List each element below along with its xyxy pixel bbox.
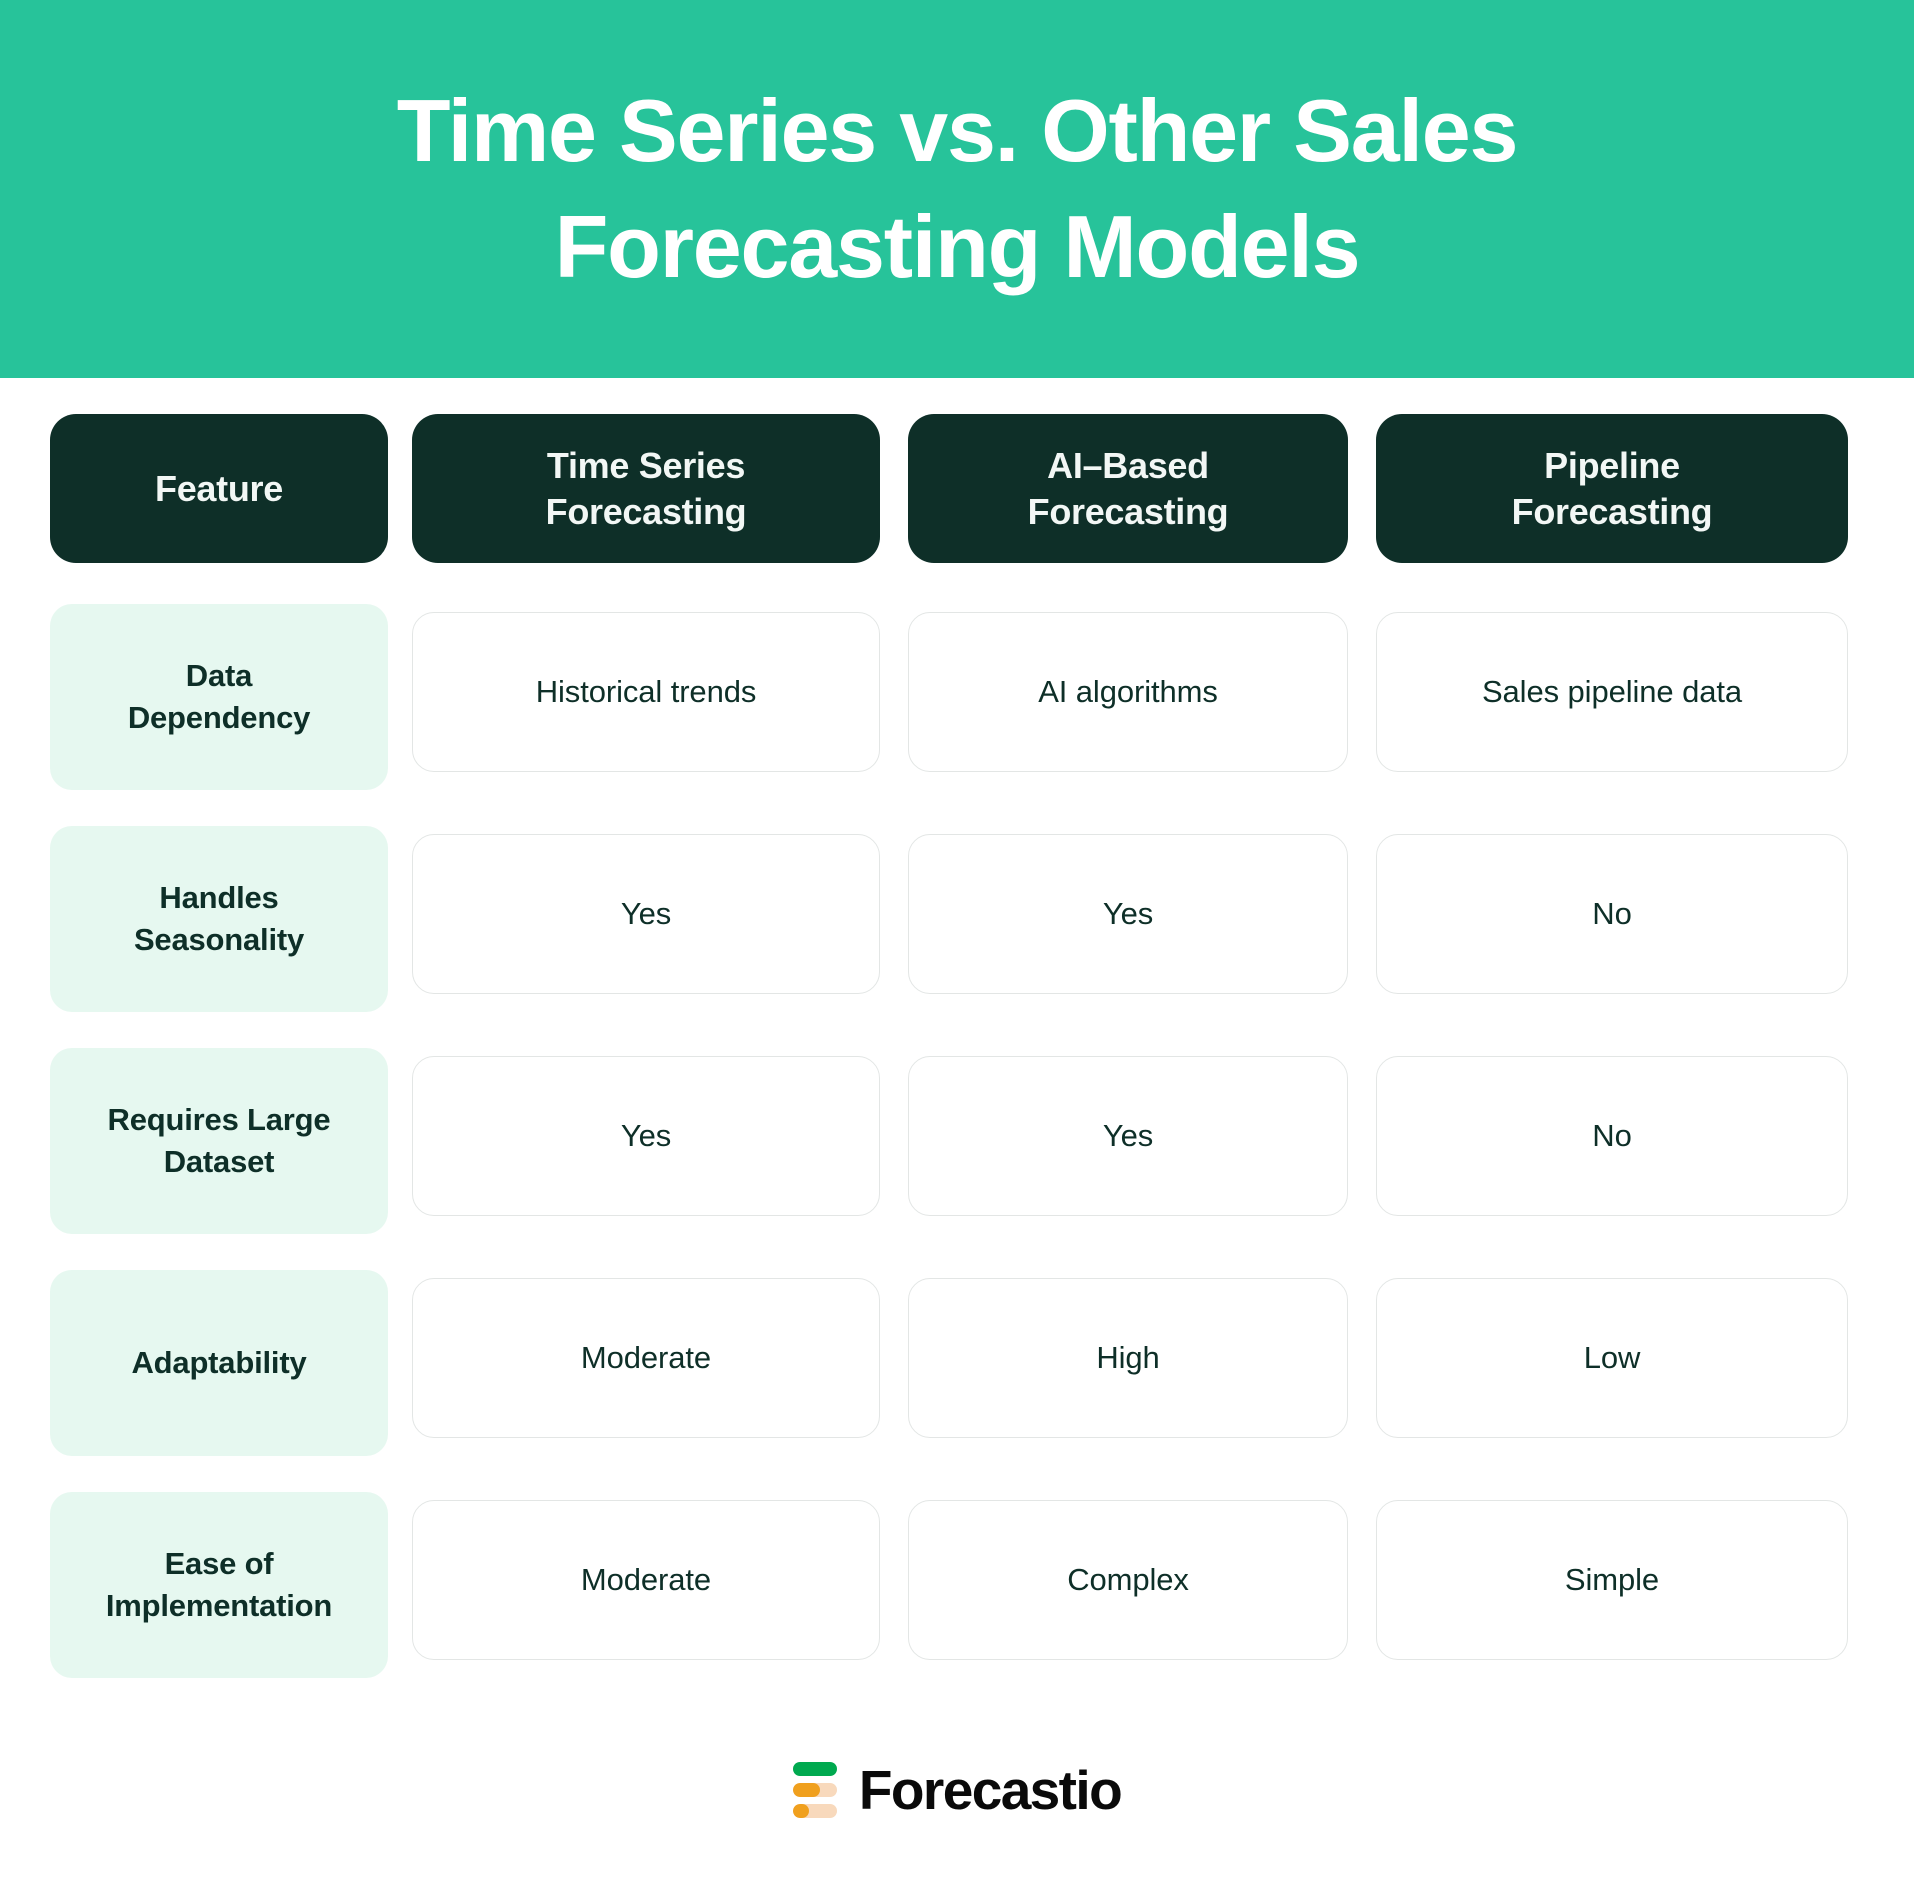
infographic-page: Time Series vs. Other Sales Forecasting …	[0, 0, 1914, 1891]
column-gap	[880, 1270, 908, 1456]
column-header-time-series: Time Series Forecasting	[412, 414, 880, 563]
page-title: Time Series vs. Other Sales Forecasting …	[396, 80, 1519, 296]
feature-label: Requires Large Dataset	[107, 1101, 331, 1179]
column-gap	[880, 1048, 908, 1234]
feature-label: Ease of Implementation	[105, 1545, 333, 1623]
column-gap	[388, 1270, 412, 1456]
value-label: AI algorithms	[1038, 673, 1218, 709]
value-label: Historical trends	[535, 673, 757, 709]
column-header-pipeline: Pipeline Forecasting	[1376, 414, 1848, 563]
comparison-table: Feature Time Series Forecasting AI–Based…	[0, 378, 1914, 1678]
value-label: Low	[1583, 1339, 1641, 1375]
value-label: Moderate	[580, 1561, 712, 1597]
value-cell-ai-based: High	[908, 1278, 1348, 1438]
brand-name: Forecastio	[858, 1758, 1123, 1821]
table-header-row: Feature Time Series Forecasting AI–Based…	[50, 414, 1864, 563]
value-label: Yes	[1102, 895, 1154, 931]
column-gap	[388, 826, 412, 1012]
value-label: Simple	[1564, 1561, 1660, 1597]
column-header-feature-label: Feature	[155, 467, 283, 509]
value-cell-time-series: Historical trends	[412, 612, 880, 772]
value-cell-ai-based: Complex	[908, 1500, 1348, 1660]
footer-branding: Forecastio	[0, 1762, 1914, 1818]
value-cell-pipeline: Low	[1376, 1278, 1848, 1438]
column-header-ai-based-label: AI–Based Forecasting	[1027, 445, 1229, 532]
value-cell-time-series: Yes	[412, 834, 880, 994]
feature-cell: Adaptability	[50, 1270, 388, 1456]
column-header-time-series-label: Time Series Forecasting	[545, 445, 747, 532]
feature-cell: Requires Large Dataset	[50, 1048, 388, 1234]
column-gap	[1348, 826, 1376, 1012]
column-gap	[880, 414, 908, 563]
header-banner: Time Series vs. Other Sales Forecasting …	[0, 0, 1914, 378]
logo-bar-orange-33	[792, 1804, 837, 1818]
column-header-pipeline-label: Pipeline Forecasting	[1511, 445, 1713, 532]
column-gap	[880, 1492, 908, 1678]
feature-label: Data Dependency	[127, 657, 311, 735]
column-gap	[1348, 1270, 1376, 1456]
logo-bar-green	[792, 1762, 837, 1776]
column-header-ai-based: AI–Based Forecasting	[908, 414, 1348, 563]
value-cell-ai-based: Yes	[908, 1056, 1348, 1216]
column-gap	[388, 604, 412, 790]
logo-bar-fill	[792, 1804, 809, 1818]
column-gap	[388, 1492, 412, 1678]
value-label: High	[1096, 1339, 1160, 1375]
value-cell-ai-based: Yes	[908, 834, 1348, 994]
value-cell-pipeline: Sales pipeline data	[1376, 612, 1848, 772]
column-gap	[1348, 414, 1376, 563]
column-gap	[1348, 604, 1376, 790]
column-gap	[1348, 1492, 1376, 1678]
feature-cell: Ease of Implementation	[50, 1492, 388, 1678]
value-cell-ai-based: AI algorithms	[908, 612, 1348, 772]
value-cell-pipeline: No	[1376, 1056, 1848, 1216]
value-label: Yes	[620, 895, 672, 931]
value-cell-time-series: Moderate	[412, 1500, 880, 1660]
value-label: No	[1592, 1117, 1632, 1153]
table-row: Handles Seasonality Yes Yes No	[50, 826, 1864, 1012]
value-label: Complex	[1067, 1561, 1189, 1597]
value-cell-time-series: Yes	[412, 1056, 880, 1216]
column-header-feature: Feature	[50, 414, 388, 563]
table-row: Data Dependency Historical trends AI alg…	[50, 604, 1864, 790]
value-label: Sales pipeline data	[1481, 673, 1743, 709]
table-row: Ease of Implementation Moderate Complex …	[50, 1492, 1864, 1678]
table-row: Requires Large Dataset Yes Yes No	[50, 1048, 1864, 1234]
feature-label: Adaptability	[131, 1344, 307, 1380]
column-gap	[388, 414, 412, 563]
value-cell-pipeline: Simple	[1376, 1500, 1848, 1660]
value-label: Moderate	[580, 1339, 712, 1375]
column-gap	[880, 826, 908, 1012]
table-row: Adaptability Moderate High Low	[50, 1270, 1864, 1456]
value-label: Yes	[1102, 1117, 1154, 1153]
column-gap	[388, 1048, 412, 1234]
logo-bar-orange-60	[792, 1783, 837, 1797]
value-cell-time-series: Moderate	[412, 1278, 880, 1438]
value-label: No	[1592, 895, 1632, 931]
value-cell-pipeline: No	[1376, 834, 1848, 994]
column-gap	[1348, 1048, 1376, 1234]
feature-cell: Data Dependency	[50, 604, 388, 790]
column-gap	[880, 604, 908, 790]
logo-bar-fill	[792, 1783, 820, 1797]
forecastio-bars-logo-icon	[792, 1762, 837, 1818]
value-label: Yes	[620, 1117, 672, 1153]
feature-label: Handles Seasonality	[133, 879, 305, 957]
feature-cell: Handles Seasonality	[50, 826, 388, 1012]
